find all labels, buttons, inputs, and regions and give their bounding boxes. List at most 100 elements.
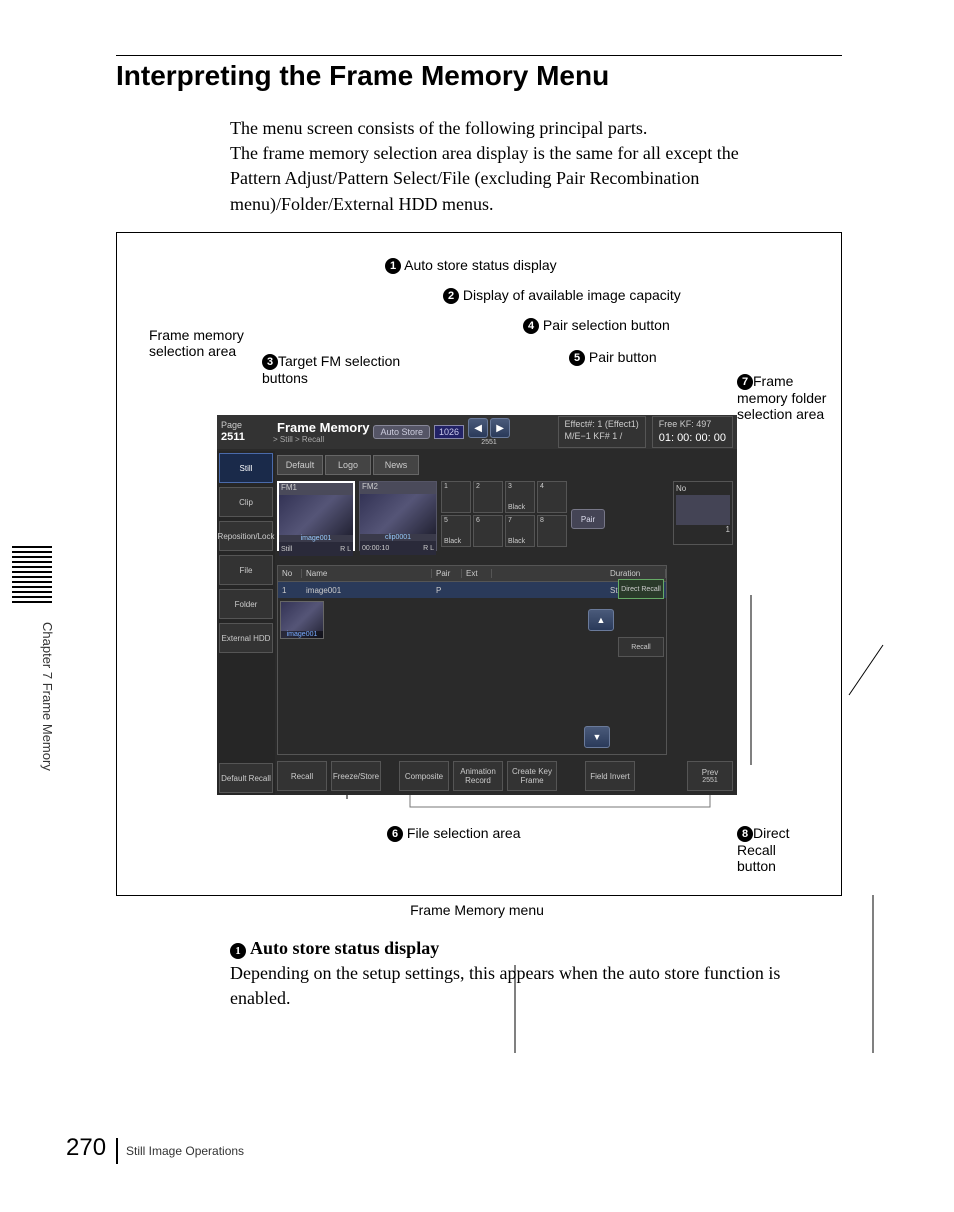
left-nav: Still Clip Reposition/Lock File Folder E… <box>217 451 275 795</box>
file-selection-area: No Name Pair Ext Duration 1 image001 P S… <box>277 565 667 755</box>
btn-animation[interactable]: Animation Record <box>453 761 503 791</box>
nav-folder[interactable]: Folder <box>219 589 273 619</box>
tr-pair: P <box>432 586 462 595</box>
section-a-body: Depending on the setup settings, this ap… <box>230 961 790 1011</box>
section-a-heading: Auto store status display <box>250 938 439 958</box>
slot-3[interactable]: 3Black <box>505 481 535 513</box>
fm2-tile[interactable]: FM2 clip0001 00:00:10 R L <box>359 481 437 551</box>
effect-box: Effect#: 1 (Effect1) M/E−1 KF# 1 / <box>558 416 646 448</box>
num-6-icon: 6 <box>387 826 403 842</box>
slot-4[interactable]: 4 <box>537 481 567 513</box>
tr-no: 1 <box>278 586 302 595</box>
right-no: No <box>676 484 730 493</box>
num-4-icon: 4 <box>523 318 539 334</box>
num-7-icon: 7 <box>737 374 753 390</box>
title-box: Frame Memory > Still > Recall <box>273 420 369 444</box>
callout-1: 1 Auto store status display <box>385 257 557 274</box>
btn-recall[interactable]: Recall <box>277 761 327 791</box>
nav-default-recall[interactable]: Default Recall <box>219 763 273 793</box>
num-8-icon: 8 <box>737 826 753 842</box>
prev-label: Prev <box>702 768 718 777</box>
num-5-icon: 5 <box>569 350 585 366</box>
timecode: 01: 00: 00: 00 <box>659 431 726 445</box>
fm2-name: clip0001 <box>360 534 436 541</box>
fm2-thumb <box>360 494 436 534</box>
fm1-kind: Still <box>281 546 292 553</box>
file-thumb[interactable]: image001 <box>280 601 324 639</box>
slot-1[interactable]: 1 <box>441 481 471 513</box>
slot-5[interactable]: 5Black <box>441 515 471 547</box>
file-row-1[interactable]: 1 image001 P Still <box>278 582 666 598</box>
direct-recall-button[interactable]: Direct Recall <box>618 579 664 599</box>
slot-8[interactable]: 8 <box>537 515 567 547</box>
callout-5: 5 Pair button <box>569 349 657 366</box>
right-folder-box[interactable]: No 1 <box>673 481 733 545</box>
nav-still[interactable]: Still <box>219 453 273 483</box>
section-auto-store: 1 Auto store status display Depending on… <box>230 938 790 1011</box>
btn-prev[interactable]: Prev 2551 <box>687 761 733 791</box>
fm1-tile[interactable]: FM1 image001 Still R L <box>277 481 355 551</box>
nav-file[interactable]: File <box>219 555 273 585</box>
slot-7[interactable]: 7Black <box>505 515 535 547</box>
nav-external-hdd[interactable]: External HDD <box>219 623 273 653</box>
btn-freeze[interactable]: Freeze/Store <box>331 761 381 791</box>
effect-text: Effect#: 1 (Effect1) <box>565 419 639 431</box>
intro-line-2: The frame memory selection area display … <box>230 143 739 213</box>
free-text: Free KF: 497 <box>659 419 726 431</box>
recall-button[interactable]: Recall <box>618 637 664 657</box>
num-2-icon: 2 <box>443 288 459 304</box>
page-num: 2511 <box>221 431 269 444</box>
free-box: Free KF: 497 01: 00: 00: 00 <box>652 416 733 448</box>
btn-field-invert[interactable]: Field Invert <box>585 761 635 791</box>
page-label: Page <box>221 420 269 431</box>
file-table-header: No Name Pair Ext Duration <box>278 566 666 582</box>
callout-3-text: Target FM selection buttons <box>262 353 400 386</box>
thumb-index-lines <box>12 546 52 606</box>
top-rule <box>116 55 842 56</box>
fm1-thumb <box>279 495 353 535</box>
prev-arrow-button[interactable]: ◀ <box>468 418 488 438</box>
intro-line-1: The menu screen consists of the followin… <box>230 118 647 138</box>
tab-default[interactable]: Default <box>277 455 323 475</box>
callout-4: 4 Pair selection button <box>523 317 670 334</box>
nav-reposition[interactable]: Reposition/Lock <box>219 521 273 551</box>
btn-composite[interactable]: Composite <box>399 761 449 791</box>
scroll-up-button[interactable]: ▲ <box>588 609 614 631</box>
callout-6-text: File selection area <box>407 825 521 841</box>
file-thumb-cap: image001 <box>281 631 323 638</box>
thumb-row: image001 ▲ Direct Recall Recall <box>278 598 666 642</box>
fm2-dur: 00:00:10 <box>362 545 389 552</box>
folder-tabs: Default Logo News <box>277 455 419 475</box>
callout-6: 6 File selection area <box>387 825 521 842</box>
slot-2[interactable]: 2 <box>473 481 503 513</box>
section-a-head-row: 1 Auto store status display <box>230 938 790 959</box>
callout-8: 8Direct Recall button <box>737 825 807 874</box>
th-dur: Duration <box>606 569 666 578</box>
auto-store-pill[interactable]: Auto Store <box>373 425 430 439</box>
screen-breadcrumb: > Still > Recall <box>273 435 369 444</box>
slot-6[interactable]: 6 <box>473 515 503 547</box>
fm1-label: FM1 <box>279 483 353 495</box>
pair-slots: 1 2 3Black 4 5Black 6 7Black 8 <box>441 481 567 557</box>
next-arrow-button[interactable]: ▶ <box>490 418 510 438</box>
nav-clip[interactable]: Clip <box>219 487 273 517</box>
callout-3: 3Target FM selection buttons <box>262 353 402 386</box>
th-ext: Ext <box>462 569 492 578</box>
fm2-rl: R L <box>423 545 434 552</box>
header-right: Effect#: 1 (Effect1) M/E−1 KF# 1 / Free … <box>558 416 734 448</box>
btn-create-kf[interactable]: Create Key Frame <box>507 761 557 791</box>
th-no: No <box>278 569 302 578</box>
counter-below: 2551 <box>481 439 497 446</box>
tab-news[interactable]: News <box>373 455 419 475</box>
figure-box: 1 Auto store status display 2 Display of… <box>116 232 842 896</box>
me-text: M/E−1 KF# 1 / <box>565 431 639 443</box>
prev-num: 2551 <box>702 777 718 784</box>
tab-logo[interactable]: Logo <box>325 455 371 475</box>
num-1-icon: 1 <box>385 258 401 274</box>
fm1-name: image001 <box>279 535 353 542</box>
pair-button[interactable]: Pair <box>571 509 605 529</box>
callout-4-text: Pair selection button <box>543 317 670 333</box>
scroll-down-button[interactable]: ▼ <box>584 726 610 748</box>
footer-label: Still Image Operations <box>126 1144 244 1158</box>
footer-rule <box>116 1138 118 1164</box>
